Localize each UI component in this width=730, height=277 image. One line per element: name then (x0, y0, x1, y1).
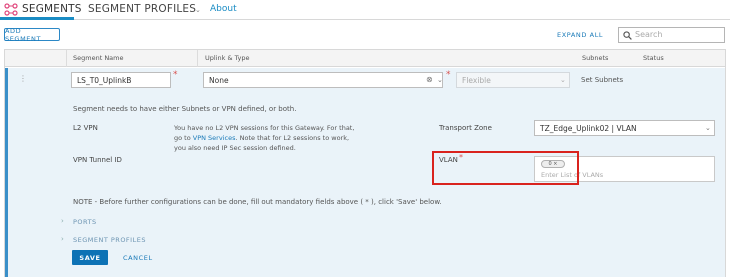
transport-zone-label: Transport Zone (439, 124, 492, 132)
about-link[interactable]: About (210, 4, 237, 14)
chevron-down-icon: ⌄ (560, 76, 566, 84)
transport-zone-value: TZ_Edge_Uplink02 | VLAN (540, 124, 637, 133)
tab-segment-profiles[interactable]: SEGMENT PROFILES (88, 3, 196, 15)
chevron-down-icon[interactable]: ⌄ (195, 6, 201, 14)
requirement-note: Segment needs to have either Subnets or … (73, 105, 297, 113)
required-marker: * (173, 70, 178, 80)
active-tab-indicator (0, 17, 74, 20)
segment-name-field[interactable]: LS_T0_UplinkB (71, 72, 171, 88)
row-actions-menu-icon[interactable]: ⋮ (19, 74, 27, 83)
l2vpn-desc-suffix: . Note that for L2 sessions to work, (235, 134, 350, 142)
column-header-uplink-type[interactable]: Uplink & Type (205, 54, 250, 62)
add-segment-button[interactable]: ADD SEGMENT (4, 27, 60, 43)
chevron-right-icon[interactable]: › (61, 217, 64, 225)
clear-icon[interactable]: ⊗ (426, 75, 433, 84)
required-marker: * (446, 70, 451, 80)
note-text: - Before further configurations can be d… (92, 198, 398, 206)
type-select: Flexible ⌄ (456, 72, 570, 88)
segments-logo-icon (4, 3, 18, 16)
search-input[interactable]: Search (618, 27, 725, 43)
note-suffix: ' below. (415, 198, 442, 206)
expand-all-link[interactable]: EXPAND ALL (557, 31, 603, 39)
uplink-select[interactable]: None ⊗ ⌄ (203, 72, 443, 88)
l2vpn-description-line2: go to VPN Services. Note that for L2 ses… (174, 134, 349, 142)
vpn-tunnel-id-label: VPN Tunnel ID (73, 156, 122, 164)
uplink-value: None (209, 76, 229, 85)
transport-zone-select[interactable]: TZ_Edge_Uplink02 | VLAN ⌄ (534, 120, 715, 136)
l2vpn-description-line3: you also need IP Sec session defined. (174, 144, 296, 152)
grid-header: Segment Name Uplink & Type Subnets Statu… (5, 50, 725, 67)
l2vpn-desc-prefix: go to (174, 134, 193, 142)
note-save-word: Save (398, 198, 416, 206)
save-button[interactable]: SAVE (72, 250, 108, 265)
cancel-button[interactable]: CANCEL (123, 254, 153, 262)
vpn-services-link[interactable]: VPN Services (193, 134, 236, 142)
column-divider (66, 50, 67, 67)
ports-section-toggle[interactable]: PORTS (73, 218, 97, 226)
note-prefix: NOTE (73, 198, 93, 206)
segment-name-value: LS_T0_UplinkB (77, 76, 132, 85)
column-header-subnets[interactable]: Subnets (582, 54, 608, 62)
search-placeholder: Search (635, 30, 663, 39)
top-tab-bar: SEGMENTS SEGMENT PROFILES ⌄ About (0, 0, 730, 20)
highlight-box (432, 151, 579, 185)
chevron-down-icon[interactable]: ⌄ (437, 76, 443, 84)
l2vpn-description-line1: You have no L2 VPN sessions for this Gat… (174, 124, 355, 132)
set-subnets-link[interactable]: Set Subnets (581, 76, 623, 84)
search-icon (623, 31, 632, 40)
tab-segments[interactable]: SEGMENTS (22, 3, 82, 15)
type-value: Flexible (462, 76, 491, 85)
column-header-segment-name[interactable]: Segment Name (73, 54, 124, 62)
chevron-right-icon[interactable]: › (61, 235, 64, 243)
row-selection-bar (5, 68, 8, 277)
chevron-down-icon[interactable]: ⌄ (705, 124, 711, 132)
column-header-status[interactable]: Status (643, 54, 664, 62)
segment-profiles-section-toggle[interactable]: SEGMENT PROFILES (73, 236, 146, 244)
column-divider (197, 50, 198, 67)
l2vpn-label: L2 VPN (73, 124, 98, 132)
mandatory-fields-note: NOTE - Before further configurations can… (73, 198, 442, 206)
